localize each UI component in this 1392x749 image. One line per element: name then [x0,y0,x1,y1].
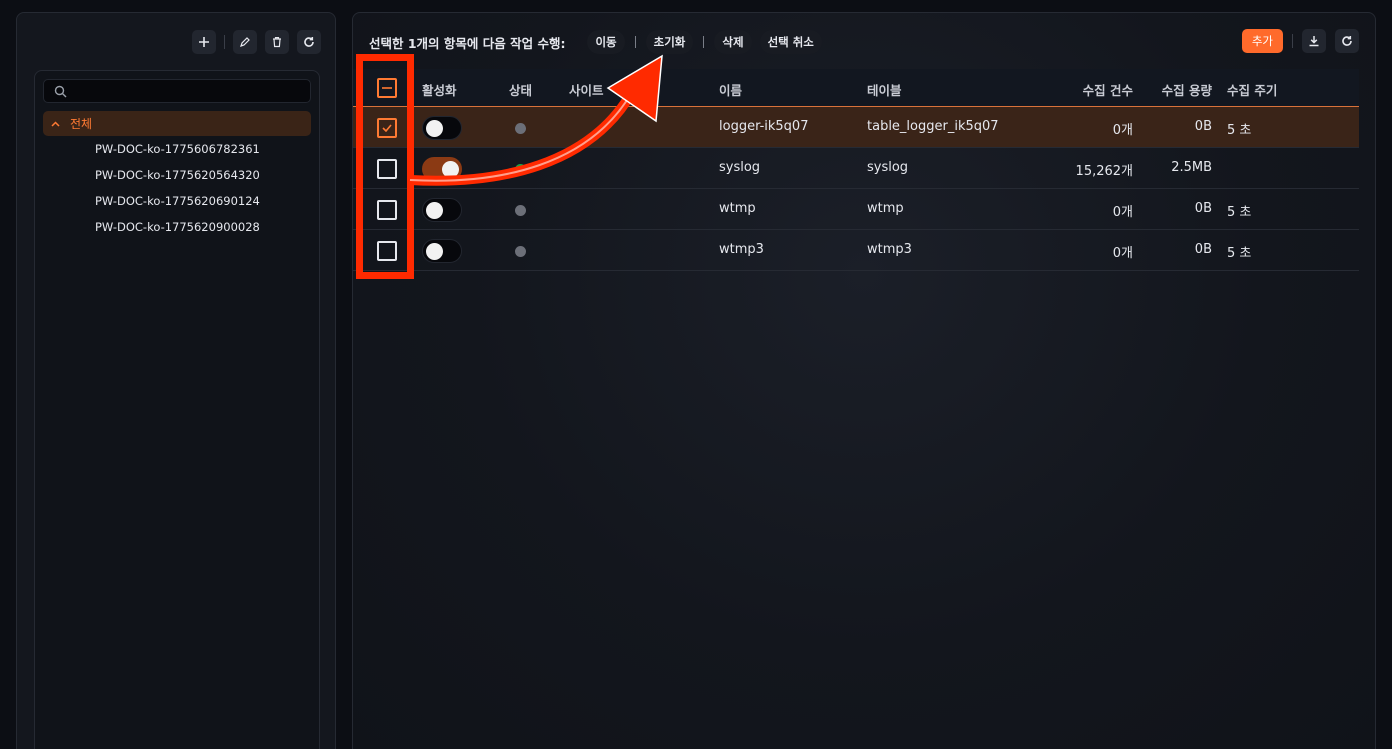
add-group-button[interactable] [192,30,216,54]
add-button[interactable]: 추가 [1241,29,1283,53]
tree-item-root[interactable]: 전체 [43,111,311,136]
table-row[interactable]: syslog syslog 15,262개 2.5MB [353,148,1359,189]
row-checkbox[interactable] [377,200,397,220]
row-checkbox[interactable] [377,241,397,261]
table-row[interactable]: wtmp wtmp 0개 0B 5 초 [353,189,1359,230]
status-dot [515,205,526,216]
download-button[interactable] [1302,29,1326,53]
refresh-table-button[interactable] [1335,29,1359,53]
refresh-icon [304,37,314,47]
deselect-button[interactable]: 선택 취소 [759,30,822,54]
cell-count: 0개 [1112,123,1133,138]
tree-item[interactable]: PW-DOC-ko-1775606782361 [95,142,260,156]
cell-size: 0B [1194,242,1212,257]
table-row[interactable]: logger-ik5q07 table_logger_ik5q07 0개 0B … [353,107,1359,148]
chevron-up-icon[interactable] [51,120,60,127]
header-count[interactable]: 수집 건수 [1083,80,1133,99]
main-panel: 선택한 1개의 항목에 다음 작업 수행: 이동 초기화 삭제 선택 취소 추가 [352,12,1376,749]
refresh-icon [1342,36,1352,46]
status-dot [515,246,526,257]
tree-container: 전체 PW-DOC-ko-1775606782361 PW-DOC-ko-177… [34,70,320,749]
app-window: 전체 PW-DOC-ko-1775606782361 PW-DOC-ko-177… [0,0,1392,749]
check-icon [382,124,392,132]
cell-size: 2.5MB [1171,160,1212,175]
cell-name: logger-ik5q07 [719,119,809,134]
cell-count: 15,262개 [1075,164,1133,179]
tree-search-box[interactable] [43,79,311,103]
toolbar-divider [1292,34,1293,48]
enabled-toggle[interactable] [422,239,462,263]
header-table[interactable]: 테이블 [867,80,902,99]
indeterminate-icon [382,87,392,89]
status-dot [515,164,526,175]
enabled-toggle[interactable] [422,116,462,140]
search-icon [54,85,67,97]
table-header: 활성화 상태 사이트 이름 테이블 수집 건수 수집 용량 수집 주기 [353,69,1359,107]
header-status[interactable]: 상태 [509,80,532,99]
status-dot [515,123,526,134]
cell-name: syslog [719,160,761,175]
main-toolbar: 추가 [1241,29,1359,53]
sidebar-toolbar [192,30,321,54]
select-all-checkbox[interactable] [377,78,397,98]
toggle-knob [426,120,443,137]
refresh-tree-button[interactable] [297,30,321,54]
cell-interval: 5 초 [1227,205,1252,220]
cell-name: wtmp3 [719,242,764,257]
cell-size: 0B [1194,119,1212,134]
move-button[interactable]: 이동 [587,30,625,54]
row-checkbox[interactable] [377,159,397,179]
delete-group-button[interactable] [265,30,289,54]
delete-button[interactable]: 삭제 [714,30,752,54]
header-interval[interactable]: 수집 주기 [1227,80,1277,99]
toolbar-divider [224,35,225,49]
plus-icon [199,37,209,47]
cell-count: 0개 [1112,246,1133,261]
bulk-action-bar: 선택한 1개의 항목에 다음 작업 수행: 이동 초기화 삭제 선택 취소 [369,29,822,55]
header-site[interactable]: 사이트 [569,80,604,99]
header-size[interactable]: 수집 용량 [1162,80,1212,99]
action-divider [634,36,636,48]
cell-count: 0개 [1112,205,1133,220]
enabled-toggle[interactable] [422,157,462,181]
row-checkbox[interactable] [377,118,397,138]
cell-size: 0B [1194,201,1212,216]
enabled-toggle[interactable] [422,198,462,222]
pencil-icon [240,37,250,47]
tree-item[interactable]: PW-DOC-ko-1775620564320 [95,168,260,182]
download-icon [1309,36,1319,47]
tree-item[interactable]: PW-DOC-ko-1775620900028 [95,220,260,234]
reset-button[interactable]: 초기화 [645,30,694,54]
toggle-knob [426,243,443,260]
sidebar-panel: 전체 PW-DOC-ko-1775606782361 PW-DOC-ko-177… [16,12,336,749]
toggle-knob [442,161,459,178]
tree-search-input[interactable] [73,84,310,98]
table-row[interactable]: wtmp3 wtmp3 0개 0B 5 초 [353,230,1359,271]
trash-icon [273,37,281,48]
cell-table: wtmp3 [867,242,912,257]
header-name[interactable]: 이름 [719,80,742,99]
action-divider [703,36,705,48]
cell-name: wtmp [719,201,756,216]
tree-item[interactable]: PW-DOC-ko-1775620690124 [95,194,260,208]
cell-interval: 5 초 [1227,123,1252,138]
toggle-knob [426,202,443,219]
bulk-action-prompt: 선택한 1개의 항목에 다음 작업 수행: [369,35,566,51]
tree-root-label: 전체 [70,117,93,131]
edit-group-button[interactable] [233,30,257,54]
cell-table: syslog [867,160,909,175]
cell-interval: 5 초 [1227,246,1252,261]
cell-table: table_logger_ik5q07 [867,119,999,134]
header-enabled[interactable]: 활성화 [422,80,457,99]
collector-table: 활성화 상태 사이트 이름 테이블 수집 건수 수집 용량 수집 주기 logg… [353,69,1359,271]
cell-table: wtmp [867,201,904,216]
